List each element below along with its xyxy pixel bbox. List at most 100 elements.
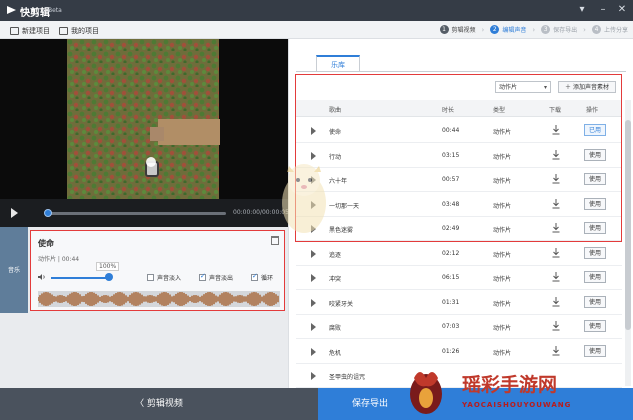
step-3[interactable]: 3 保存导出 [541,25,577,34]
use-button[interactable]: 使用 [584,295,606,308]
play-icon[interactable] [311,372,316,380]
play-icon[interactable] [311,347,316,356]
folder-icon [59,26,68,35]
tab-music-library[interactable]: 乐库 [316,55,360,72]
song-duration: 01:31 [442,298,460,306]
table-row[interactable]: 咬紧牙关 01:31 动作片 使用 [296,291,622,315]
loop-checkbox[interactable]: 循环 [251,272,274,282]
mascot-watermark [282,164,326,233]
fade-in-label: 声音淡入 [157,275,182,282]
watermark-logo [410,372,442,414]
download-icon[interactable] [552,296,560,307]
song-type: 动作片 [493,251,512,259]
chevron-down-icon: ▾ [543,84,547,91]
download-icon[interactable] [552,174,560,184]
play-icon[interactable] [311,127,316,135]
my-projects-button[interactable]: 我的项目 [59,25,99,36]
step-indicator: 1 剪辑视频 › 2 编辑声音 › 3 保存导出 › 4 上传分享 [439,25,628,34]
song-type: 动作片 [493,300,512,308]
play-icon[interactable] [311,323,316,331]
play-icon[interactable] [311,298,316,307]
step-arrow-icon: › [532,25,536,34]
download-icon[interactable] [552,125,560,135]
use-button[interactable]: 使用 [584,271,606,283]
minimize-icon[interactable]: – [596,3,610,17]
use-button[interactable]: 使用 [584,320,606,332]
table-row[interactable]: 追逐 02:12 动作片 使用 [296,242,622,266]
checkbox-box[interactable] [199,272,206,281]
volume-handle[interactable] [105,273,113,281]
song-duration: 03:48 [442,200,460,208]
waveform-graphic [38,291,279,307]
fade-in-checkbox[interactable]: 声音淡入 [147,273,181,282]
use-button[interactable]: 使用 [584,148,606,161]
fade-out-label: 声音淡出 [209,275,234,282]
add-sound-button[interactable]: ＋ 添加声音素材 [558,81,616,93]
use-button[interactable]: 使用 [584,173,606,185]
volume-slider[interactable] [51,277,108,279]
song-name: 使命 [329,129,342,136]
step-label: 上传分享 [603,27,628,34]
table-header: 歌曲 时长 类型 下载 操作 [296,100,622,117]
used-button[interactable]: 已用 [584,124,606,136]
checkbox-box[interactable] [147,274,154,281]
loop-label: 循环 [261,275,274,282]
music-side-tab[interactable]: 音乐 [0,227,28,313]
step-label: 编辑声音 [502,27,527,34]
beta-label: Beta [48,7,62,14]
back-to-edit-video-button[interactable]: 〈 剪辑视频 [0,388,318,420]
letterbox-left [0,39,67,199]
music-side-tab-label: 音乐 [7,267,20,274]
download-icon[interactable] [552,272,560,282]
song-duration: 00:44 [442,127,460,134]
download-icon[interactable] [552,198,560,209]
fade-out-checkbox[interactable]: 声音淡出 [199,272,234,282]
watermark-text: 瑶彩手游网 [462,374,558,396]
volume-value: 100% [96,262,120,271]
play-icon[interactable] [11,208,18,218]
play-icon[interactable] [311,249,316,258]
download-icon[interactable] [552,149,560,160]
plus-icon: ＋ [565,84,572,91]
scrollbar-thumb[interactable] [625,120,631,330]
song-type: 动作片 [493,129,512,136]
step-2[interactable]: 2 编辑声音 [490,25,526,34]
close-icon[interactable]: ✕ [615,3,629,17]
track-meta: 动作片 | 00:44 [38,256,80,263]
use-button[interactable]: 使用 [584,222,606,234]
new-project-button[interactable]: 新建项目 [10,25,50,36]
table-row[interactable]: 冲突 06:15 动作片 使用 [296,266,622,290]
table-row[interactable]: 危机 01:26 动作片 使用 [296,340,622,364]
audio-waveform[interactable] [38,291,280,307]
music-track-card[interactable]: 使命 动作片 | 00:44 100% 声音淡入 声音淡出 循环 [30,230,285,311]
title-bar: 快剪辑 Beta ▾ – ✕ [0,0,633,21]
genre-select[interactable]: 动作片 ▾ [495,81,551,93]
table-row[interactable]: 黑色迷雾 02:49 动作片 使用 [296,217,622,241]
step-number: 4 [591,25,601,34]
video-preview[interactable] [0,39,288,199]
table-row[interactable]: 六十年 00:57 动作片 使用 [296,168,622,192]
table-row[interactable]: 行动 03:15 动作片 使用 [296,144,622,168]
download-icon[interactable] [552,223,560,233]
step-4[interactable]: 4 上传分享 [591,25,628,34]
seek-bar[interactable] [46,212,226,215]
download-icon[interactable] [552,321,560,331]
use-button[interactable]: 使用 [584,344,606,357]
step-1[interactable]: 1 剪辑视频 [439,25,476,34]
table-row[interactable]: 圣甲虫的诅咒 [296,364,622,388]
seek-handle[interactable] [44,209,52,217]
table-row[interactable]: 腐败 07:03 动作片 使用 [296,315,622,339]
download-icon[interactable] [552,247,560,258]
play-icon[interactable] [311,274,316,282]
table-row[interactable]: 使命 00:44 动作片 已用 [296,119,622,143]
use-button[interactable]: 使用 [584,197,606,210]
genre-select-value: 动作片 [499,84,518,91]
track-title: 使命 [38,239,54,248]
download-icon[interactable] [552,345,560,356]
song-list-scrollbar[interactable] [625,100,631,386]
table-row[interactable]: 一切那一天 03:48 动作片 使用 [296,193,622,217]
use-button[interactable]: 使用 [584,246,606,259]
menu-dropdown-icon[interactable]: ▾ [575,3,589,17]
song-name: 危机 [329,349,342,357]
checkbox-box[interactable] [251,272,258,281]
